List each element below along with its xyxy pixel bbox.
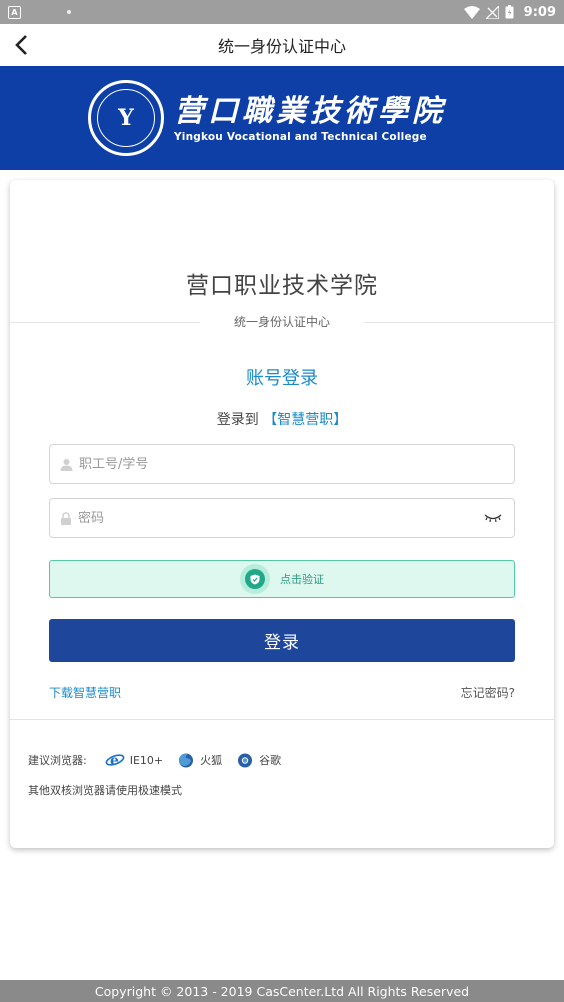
banner-college-name-en: Yingkou Vocational and Technical College — [174, 131, 427, 143]
verify-icon-ring — [240, 564, 270, 594]
toggle-password-visibility[interactable] — [484, 511, 506, 525]
login-button[interactable]: 登录 — [49, 619, 515, 662]
subtitle-divider: 统一身份认证中心 — [10, 312, 554, 332]
browsers-label: 建议浏览器: — [28, 754, 87, 767]
battery-icon — [505, 5, 514, 19]
login-to-prefix: 登录到 — [216, 412, 259, 428]
chevron-left-icon — [15, 35, 27, 55]
status-icons: 9:09 — [463, 4, 556, 20]
browser-ie[interactable]: e IE10+ — [105, 752, 163, 768]
chrome-icon — [238, 753, 253, 768]
recommended-browsers: 建议浏览器: e IE10+ 火狐 谷歌 — [28, 752, 295, 768]
subtitle: 统一身份认证中心 — [233, 315, 330, 329]
navbar: 统一身份认证中心 — [0, 24, 564, 66]
password-field[interactable] — [49, 498, 515, 538]
login-heading: 账号登录 — [246, 368, 318, 389]
back-button[interactable] — [8, 32, 34, 58]
seal-mark: Y — [118, 105, 134, 131]
ie-icon: e — [105, 753, 125, 768]
college-seal-logo: Y — [88, 80, 164, 156]
lock-icon — [61, 511, 71, 525]
forgot-password-link[interactable]: 忘记密码? — [461, 684, 515, 701]
notification-dot-icon — [67, 10, 71, 14]
verify-label: 点击验证 — [280, 573, 324, 586]
cellular-signal-icon — [485, 5, 499, 19]
copyright-footer: Copyright © 2013 - 2019 CasCenter.Ltd Al… — [0, 980, 564, 1002]
svg-text:e: e — [110, 753, 119, 768]
firefox-icon — [179, 753, 194, 768]
school-name: 营口职业技术学院 — [186, 273, 378, 299]
browser-note: 其他双核浏览器请使用极速模式 — [28, 784, 182, 797]
username-field[interactable] — [49, 444, 515, 484]
browser-chrome-label: 谷歌 — [259, 754, 282, 767]
browser-firefox-label: 火狐 — [200, 754, 223, 767]
clock: 9:09 — [523, 4, 556, 20]
shield-check-icon — [250, 574, 260, 584]
user-icon — [60, 458, 73, 471]
username-input[interactable] — [79, 456, 514, 472]
eye-closed-icon — [484, 514, 502, 523]
card-divider — [10, 719, 554, 720]
browser-firefox[interactable]: 火狐 — [177, 752, 222, 768]
password-input[interactable] — [78, 510, 484, 526]
college-banner: Y 营口職業技術學院 Yingkou Vocational and Techni… — [0, 66, 564, 170]
download-app-link[interactable]: 下载智慧营职 — [49, 684, 121, 701]
wifi-icon — [463, 5, 480, 19]
status-bar: A 9:09 — [0, 0, 564, 24]
browser-ie-label: IE10+ — [129, 753, 164, 767]
banner-college-name-cn: 营口職業技術學院 — [174, 94, 446, 129]
login-target: 登录到 【智慧营职】 — [10, 409, 554, 429]
login-card: 营口职业技术学院 统一身份认证中心 账号登录 登录到 【智慧营职】 职工号/学号… — [10, 180, 554, 848]
browser-chrome[interactable]: 谷歌 — [236, 752, 281, 768]
login-to-target: 【智慧营职】 — [263, 412, 348, 428]
app-notification-icon: A — [8, 5, 21, 19]
copyright-text: Copyright © 2013 - 2019 CasCenter.Ltd Al… — [94, 983, 470, 999]
captcha-verify-button[interactable]: 点击验证 — [49, 560, 515, 598]
page-title: 统一身份认证中心 — [217, 37, 346, 56]
